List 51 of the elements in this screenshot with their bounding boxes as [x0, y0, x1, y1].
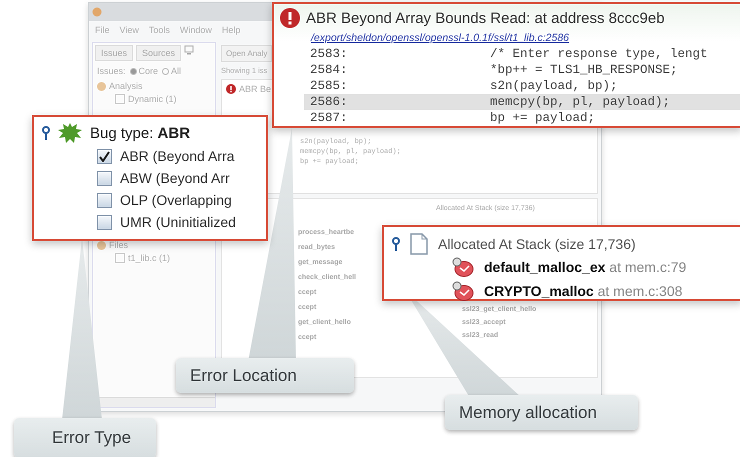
callout-label: Memory allocation	[445, 395, 638, 430]
checkbox-label: UMR (Uninitialized	[120, 214, 236, 230]
document-icon	[410, 233, 428, 255]
code-line: 2583: /* Enter response type, lengt	[309, 46, 709, 62]
checkbox[interactable]	[115, 94, 125, 104]
tree-item[interactable]: Files	[109, 240, 128, 250]
allocation-title: Allocated At Stack (size 17,736)	[438, 236, 636, 252]
menu-item[interactable]: View	[120, 25, 139, 35]
pin-icon	[392, 237, 400, 251]
checkbox[interactable]	[115, 253, 125, 263]
checkbox-label: OLP (Overlapping	[120, 192, 232, 208]
checkbox[interactable]	[97, 192, 112, 208]
callout-label: Error Location	[176, 358, 354, 393]
tree-item[interactable]: Analysis	[109, 81, 143, 91]
radio-label: All	[171, 66, 182, 76]
tree-item[interactable]: t1_lib.c (1)	[128, 253, 170, 263]
error-icon	[226, 84, 236, 94]
error-title: ABR Beyond Array Bounds Read: at address 8ccc9eb	[306, 10, 665, 26]
checkbox-label: ABR (Beyond Arra	[120, 148, 234, 164]
code-line: 2585: s2n(payload, bp);	[309, 78, 619, 94]
menu-item[interactable]: File	[95, 25, 110, 35]
pin-icon	[42, 126, 50, 140]
checkbox[interactable]	[97, 148, 112, 164]
checkbox[interactable]	[97, 214, 112, 230]
stack-frame[interactable]: CRYPTO_malloc at mem.c:308	[484, 283, 682, 299]
issue-title: ABR Be	[239, 84, 272, 94]
panel-tab[interactable]: Issues	[95, 45, 134, 61]
menu-item[interactable]: Tools	[148, 25, 170, 35]
app-icon	[92, 7, 102, 17]
stack-frame-icon	[452, 257, 474, 277]
radio-label: Core	[138, 66, 158, 76]
open-analysis-button[interactable]: Open Analy	[221, 45, 272, 62]
panel-tab[interactable]: Sources	[136, 45, 182, 61]
file-link[interactable]: /export/sheldon/openssl/openssl-1.0.1f/ssl/t1_lib.c:2586	[311, 32, 569, 44]
tree-item[interactable]: Dynamic (1)	[128, 94, 177, 104]
bug-type-title: Bug type: ABR	[90, 124, 190, 142]
folder-icon	[97, 82, 106, 90]
menu-item[interactable]: Window	[180, 25, 212, 35]
stack-frame[interactable]: default_malloc_ex at mem.c:79	[484, 259, 686, 275]
filter-label: Issues:	[97, 66, 126, 76]
monitor-icon[interactable]	[184, 45, 194, 55]
menu-item[interactable]: Help	[222, 25, 240, 35]
bug-icon	[58, 123, 82, 143]
callout-label: Error Type	[14, 418, 156, 457]
error-icon	[280, 8, 300, 28]
checkbox[interactable]	[97, 170, 112, 186]
code-line: 2584: *bp++ = TLS1_HB_RESPONSE;	[309, 62, 679, 78]
code-line: 2587: bp += payload;	[309, 110, 596, 126]
radio-button[interactable]	[130, 68, 137, 74]
radio-button[interactable]	[162, 68, 170, 74]
checkbox-label: ABW (Beyond Arr	[120, 170, 230, 186]
